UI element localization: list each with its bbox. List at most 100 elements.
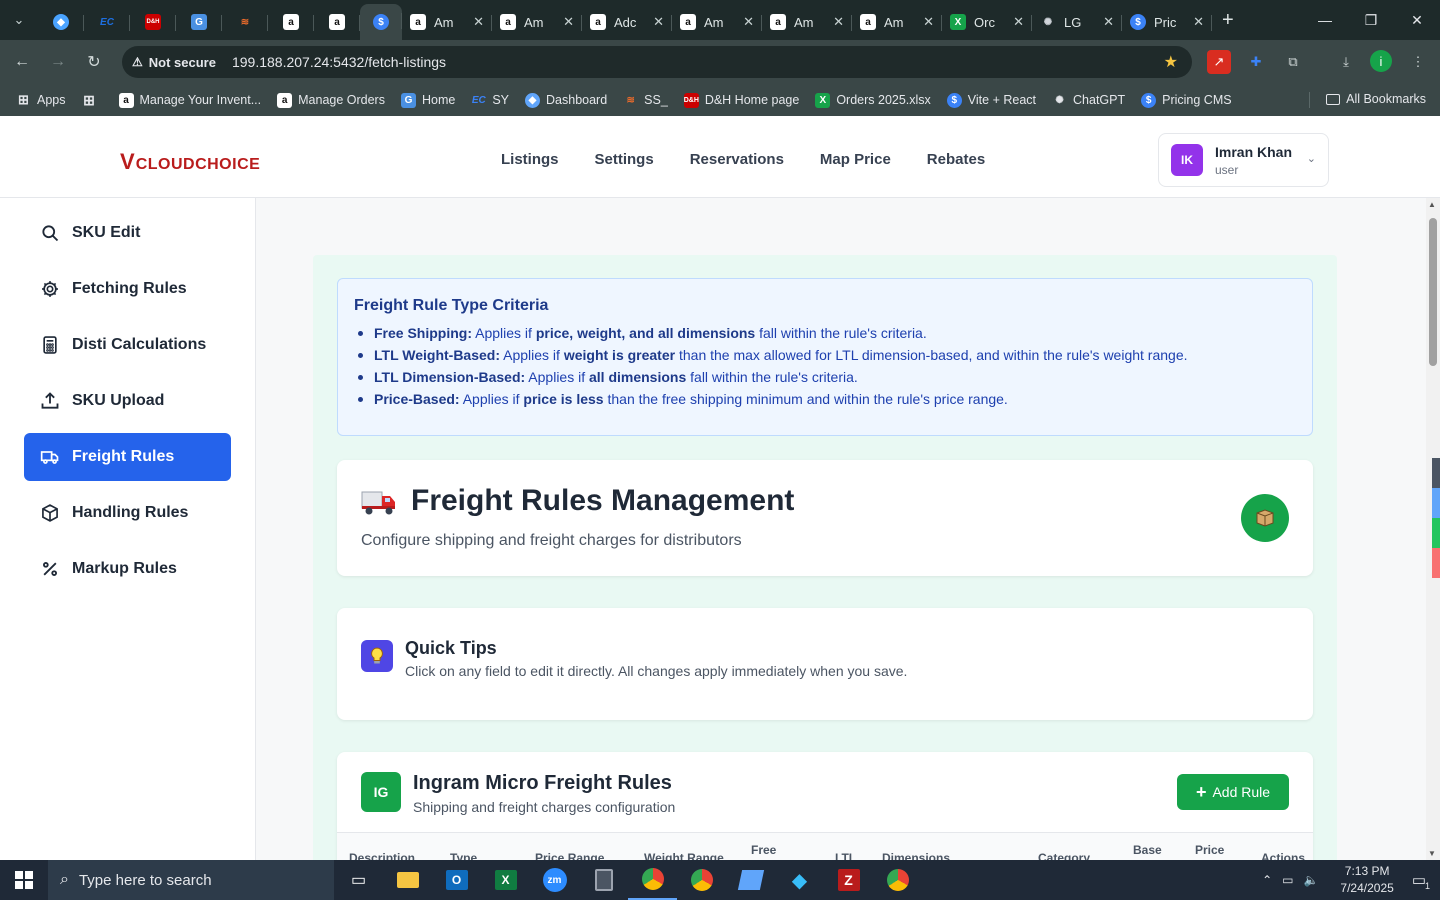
column-header[interactable]: Type	[450, 851, 477, 860]
tab-search-chevron-icon[interactable]: ⌄	[0, 0, 38, 40]
browser-tab[interactable]: a Am ✕	[852, 6, 942, 38]
browser-menu-icon[interactable]: ⋮	[1406, 50, 1430, 74]
browser-tab[interactable]: a Am ✕	[492, 6, 582, 38]
sidebar-item-sku-edit[interactable]: SKU Edit	[24, 209, 231, 257]
sidebar-item-disti-calculations[interactable]: Disti Calculations	[24, 321, 231, 369]
browser-tab[interactable]: X Orc ✕	[942, 6, 1032, 38]
user-menu[interactable]: IK Imran Khan user ⌄	[1158, 133, 1329, 187]
bookmark-manage-orders[interactable]: a Manage Orders	[277, 92, 385, 108]
close-tab-icon[interactable]: ✕	[653, 14, 664, 30]
profile-avatar-icon[interactable]: i	[1370, 50, 1392, 72]
chrome-alt-profile-icon[interactable]	[873, 860, 922, 900]
bookmark-dh-home[interactable]: D&H D&H Home page	[684, 92, 799, 108]
network-icon[interactable]: ▭	[1282, 873, 1293, 887]
extension-puzzle-blue-icon[interactable]: ✚	[1244, 50, 1268, 74]
zoom-icon[interactable]: zm	[530, 860, 579, 900]
column-header[interactable]: Price Range	[535, 851, 604, 860]
volume-icon[interactable]: 🔈	[1303, 873, 1318, 887]
bookmark-apps[interactable]: ⊞ Apps	[16, 92, 65, 108]
bookmark-home[interactable]: G Home	[400, 92, 455, 108]
column-header[interactable]: Weight Range	[644, 851, 724, 860]
chrome-profile-icon[interactable]	[677, 860, 726, 900]
new-tab-icon[interactable]: +	[1222, 9, 1234, 32]
close-tab-icon[interactable]: ✕	[1013, 14, 1024, 30]
browser-tab[interactable]: a Am ✕	[402, 6, 492, 38]
browser-tab[interactable]: a	[268, 6, 314, 38]
url-text[interactable]: 199.188.207.24:5432/fetch-listings	[232, 54, 446, 70]
nav-rebates[interactable]: Rebates	[927, 151, 985, 168]
browser-tab[interactable]: a Am ✕	[672, 6, 762, 38]
bookmark-orders-xlsx[interactable]: X Orders 2025.xlsx	[815, 92, 931, 108]
bookmark-pricing-cms[interactable]: $ Pricing CMS	[1141, 92, 1232, 108]
column-header[interactable]: Base	[1133, 843, 1162, 857]
all-bookmarks[interactable]: All Bookmarks	[1326, 92, 1426, 106]
close-window-icon[interactable]: ✕	[1394, 0, 1440, 40]
close-tab-icon[interactable]: ✕	[563, 14, 574, 30]
column-header[interactable]: Dimensions	[882, 851, 950, 860]
address-bar[interactable]: ⚠ Not secure 199.188.207.24:5432/fetch-li…	[122, 46, 1192, 78]
file-explorer-icon[interactable]	[383, 860, 432, 900]
bookmark-sy[interactable]: EC SY	[471, 93, 509, 108]
close-tab-icon[interactable]: ✕	[1103, 14, 1114, 30]
download-icon[interactable]: ⤓	[1334, 50, 1358, 74]
bookmark-vite-react[interactable]: $ Vite + React	[946, 92, 1036, 108]
extensions-icon[interactable]: ⧉	[1281, 50, 1305, 74]
browser-tab[interactable]: EC	[84, 6, 130, 38]
bookmark-ss[interactable]: ≋ SS_	[623, 93, 667, 108]
nav-settings[interactable]: Settings	[595, 151, 654, 168]
browser-tab[interactable]: D&H	[130, 6, 176, 38]
sidebar-item-markup-rules[interactable]: Markup Rules	[24, 545, 231, 593]
clock[interactable]: 7:13 PM 7/24/2025	[1340, 863, 1393, 897]
nav-map-price[interactable]: Map Price	[820, 151, 891, 168]
close-tab-icon[interactable]: ✕	[923, 14, 934, 30]
bookmark-dashboard[interactable]: ◆ Dashboard	[525, 92, 607, 108]
scrollbar-thumb[interactable]	[1429, 218, 1437, 366]
browser-tab[interactable]: $ Pric ✕	[1122, 6, 1212, 38]
browser-tab[interactable]: $	[360, 4, 402, 40]
scroll-down-icon[interactable]: ▼	[1428, 849, 1436, 858]
notification-icon[interactable]: ▭ 1	[1412, 871, 1430, 891]
chrome-icon[interactable]	[628, 860, 677, 900]
reload-icon[interactable]: ↻	[76, 52, 112, 72]
restore-icon[interactable]: ❐	[1348, 0, 1394, 40]
browser-tab[interactable]: ≋	[222, 6, 268, 38]
browser-tab[interactable]: a Adc ✕	[582, 6, 672, 38]
browser-tab[interactable]: a Am ✕	[762, 6, 852, 38]
sidebar-item-freight-rules[interactable]: Freight Rules	[24, 433, 231, 481]
column-header[interactable]: Free	[751, 843, 776, 857]
windows-start-icon[interactable]	[0, 860, 48, 900]
cloudchoice-logo[interactable]: VCLOUDCHOICE	[120, 149, 260, 175]
notes-app-icon[interactable]	[726, 860, 775, 900]
column-header[interactable]: Description	[349, 851, 415, 860]
vscode-app-icon[interactable]: ◆	[775, 860, 824, 900]
column-header[interactable]: Price	[1195, 843, 1224, 857]
add-rule-button[interactable]: + Add Rule	[1177, 774, 1289, 810]
nav-listings[interactable]: Listings	[501, 151, 559, 168]
forward-icon[interactable]: →	[40, 53, 76, 71]
task-view-icon[interactable]: ▭	[334, 860, 383, 900]
browser-tab[interactable]: G	[176, 6, 222, 38]
close-tab-icon[interactable]: ✕	[473, 14, 484, 30]
bookmark-manage-inventory[interactable]: a Manage Your Invent...	[118, 92, 261, 108]
column-header[interactable]: Category	[1038, 851, 1090, 860]
browser-tab[interactable]: ◆	[38, 6, 84, 38]
minimize-icon[interactable]: —	[1302, 0, 1348, 40]
bookmark-grid[interactable]: ⊞	[82, 92, 103, 108]
excel-app-icon[interactable]: X	[481, 860, 530, 900]
outlook-icon[interactable]: O	[432, 860, 481, 900]
column-header[interactable]: Actions	[1261, 851, 1305, 860]
sidebar-item-sku-upload[interactable]: SKU Upload	[24, 377, 231, 425]
scroll-up-icon[interactable]: ▲	[1428, 200, 1436, 209]
column-header[interactable]: LTL	[835, 851, 856, 860]
tray-chevron-icon[interactable]: ⌃	[1262, 873, 1272, 887]
nav-reservations[interactable]: Reservations	[690, 151, 784, 168]
extension-pdf-icon[interactable]: ↗	[1207, 50, 1231, 74]
close-tab-icon[interactable]: ✕	[743, 14, 754, 30]
calculator-app-icon[interactable]	[579, 860, 628, 900]
not-secure-indicator[interactable]: ⚠ Not secure	[132, 55, 216, 70]
browser-tab[interactable]: a	[314, 6, 360, 38]
bookmark-star-icon[interactable]: ★	[1164, 52, 1178, 72]
close-tab-icon[interactable]: ✕	[1193, 14, 1204, 30]
taskbar-search-input[interactable]: ⌕ Type here to search	[48, 860, 334, 900]
close-tab-icon[interactable]: ✕	[833, 14, 844, 30]
